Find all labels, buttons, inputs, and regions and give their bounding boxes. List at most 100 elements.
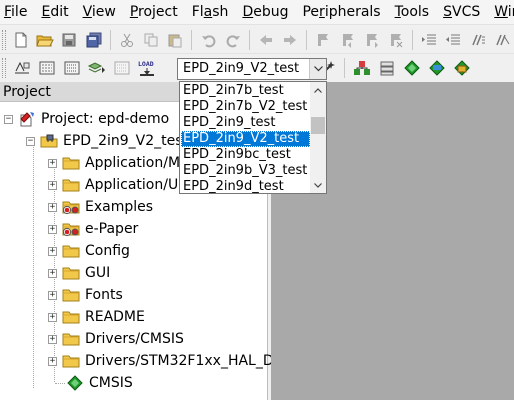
translate-button[interactable] — [11, 57, 33, 79]
clear-bookmarks-button[interactable] — [385, 29, 406, 51]
folder-error-icon — [62, 221, 80, 237]
tree-item-label: README — [85, 309, 145, 325]
uncomment-button[interactable] — [491, 29, 512, 51]
scroll-thumb[interactable] — [311, 117, 325, 134]
target-dropdown-list[interactable]: EPD_2in7b_test EPD_2in7b_V2_test EPD_2in9_… — [179, 81, 327, 194]
tree-group-item[interactable]: + Fonts — [48, 284, 123, 306]
menu-svcs[interactable]: SVCS — [436, 1, 487, 23]
standard-toolbar — [0, 26, 514, 54]
project-items-icon — [353, 61, 370, 75]
scroll-down-button[interactable] — [310, 177, 326, 193]
navigate-back-button[interactable] — [255, 29, 276, 51]
save-button[interactable] — [59, 29, 80, 51]
open-file-button[interactable] — [35, 29, 56, 51]
load-icon: LOAD — [138, 60, 154, 76]
insert-bookmark-button[interactable] — [313, 29, 334, 51]
stop-build-button[interactable] — [111, 57, 133, 79]
expand-toggle[interactable]: + — [48, 356, 57, 366]
dropdown-option[interactable]: EPD_2in9bc_test — [181, 147, 310, 163]
download-button[interactable]: LOAD — [136, 57, 158, 79]
copy-icon — [144, 33, 158, 46]
tree-project-root[interactable]: − Project: epd-demo — [4, 108, 169, 130]
collapse-toggle[interactable]: − — [4, 114, 13, 124]
menu-label-part: ebug — [253, 4, 289, 20]
save-all-button[interactable] — [83, 29, 104, 51]
expand-toggle[interactable]: + — [48, 246, 57, 256]
menu-view[interactable]: View — [76, 1, 123, 23]
cut-button[interactable] — [116, 29, 137, 51]
menu-peripherals[interactable]: Peripherals — [295, 1, 387, 23]
menu-debug[interactable]: Debug — [235, 1, 295, 23]
unindent-icon — [446, 34, 461, 44]
scroll-up-button[interactable] — [310, 82, 326, 98]
toolbar-separator — [306, 29, 308, 50]
expand-toggle[interactable]: + — [48, 180, 57, 190]
expand-toggle[interactable]: + — [48, 312, 57, 322]
collapse-toggle[interactable]: − — [26, 136, 35, 146]
indent-button[interactable] — [419, 29, 440, 51]
navigate-forward-button[interactable] — [280, 29, 301, 51]
uncomment-icon — [496, 34, 510, 45]
build-icon — [39, 61, 54, 75]
pack-installer-button[interactable] — [401, 57, 423, 79]
green-diamond-icon — [66, 375, 84, 391]
undo-button[interactable] — [198, 29, 219, 51]
new-file-button[interactable] — [10, 29, 31, 51]
menu-mnemonic: W — [494, 4, 508, 20]
comment-button[interactable] — [467, 29, 488, 51]
select-packs-button[interactable] — [376, 57, 398, 79]
tree-group-item[interactable]: + Drivers/STM32F1xx_HAL_Driver — [48, 350, 306, 372]
menu-label-part: roject — [138, 4, 178, 20]
expand-toggle[interactable]: + — [48, 224, 57, 234]
expand-toggle[interactable]: + — [48, 268, 57, 278]
tree-group-item[interactable]: + GUI — [48, 262, 110, 284]
manage-project-items-button[interactable] — [351, 57, 373, 79]
bookmark-icon — [318, 33, 329, 46]
menu-flash[interactable]: Flash — [185, 1, 236, 23]
menu-label-part: Fl — [191, 4, 204, 20]
build-button[interactable] — [36, 57, 58, 79]
tree-item-label: Drivers/CMSIS — [85, 331, 184, 347]
unindent-button[interactable] — [443, 29, 464, 51]
expand-toggle[interactable]: + — [48, 334, 57, 344]
software-packs-button[interactable] — [451, 57, 473, 79]
target-select[interactable]: EPD_2in9_V2_test — [177, 58, 327, 80]
menu-file[interactable]: File — [0, 1, 34, 23]
target-select-arrow[interactable] — [309, 59, 326, 79]
tree-group-item[interactable]: + Examples — [48, 196, 153, 218]
toolbar-separator — [344, 58, 345, 78]
expand-toggle[interactable]: + — [48, 202, 57, 212]
tree-group-item[interactable]: + Application/User — [48, 174, 200, 196]
menu-project[interactable]: Project — [123, 1, 185, 23]
expand-toggle[interactable]: + — [48, 290, 57, 300]
toolbar-grip[interactable] — [2, 29, 6, 50]
tree-group-item[interactable]: + Drivers/CMSIS — [48, 328, 184, 350]
dropdown-option[interactable]: EPD_2in9d_test — [181, 179, 310, 195]
previous-bookmark-button[interactable] — [337, 29, 358, 51]
dropdown-scrollbar[interactable] — [310, 82, 326, 193]
dropdown-option[interactable]: EPD_2in9_V2_test — [181, 131, 310, 147]
copy-button[interactable] — [140, 29, 161, 51]
redo-button[interactable] — [222, 29, 243, 51]
menu-tools[interactable]: Tools — [388, 1, 437, 23]
dropdown-option[interactable]: EPD_2in9b_V3_test — [181, 163, 310, 179]
runtime-environment-button[interactable] — [426, 57, 448, 79]
paste-button[interactable] — [165, 29, 186, 51]
dropdown-option[interactable]: EPD_2in7b_V2_test — [181, 99, 310, 115]
dropdown-option[interactable]: EPD_2in9_test — [181, 115, 310, 131]
batch-build-icon — [87, 62, 105, 73]
rebuild-button[interactable] — [61, 57, 83, 79]
menu-window[interactable]: Window — [487, 1, 514, 23]
tree-group-item[interactable]: + README — [48, 306, 145, 328]
expand-toggle[interactable]: + — [48, 158, 57, 168]
tree-group-item[interactable]: + Config — [48, 240, 130, 262]
dropdown-option[interactable]: EPD_2in7b_test — [181, 83, 310, 99]
batch-build-button[interactable] — [86, 57, 108, 79]
tree-group-item[interactable]: CMSIS — [66, 372, 133, 394]
menu-edit[interactable]: Edit — [34, 1, 75, 23]
toolbar-grip[interactable] — [2, 58, 6, 78]
bookmark-prev-icon — [342, 33, 353, 48]
next-bookmark-button[interactable] — [361, 29, 382, 51]
tree-group-item[interactable]: + e-Paper — [48, 218, 138, 240]
tree-target[interactable]: − EPD_2in9_V2_test — [26, 130, 188, 152]
